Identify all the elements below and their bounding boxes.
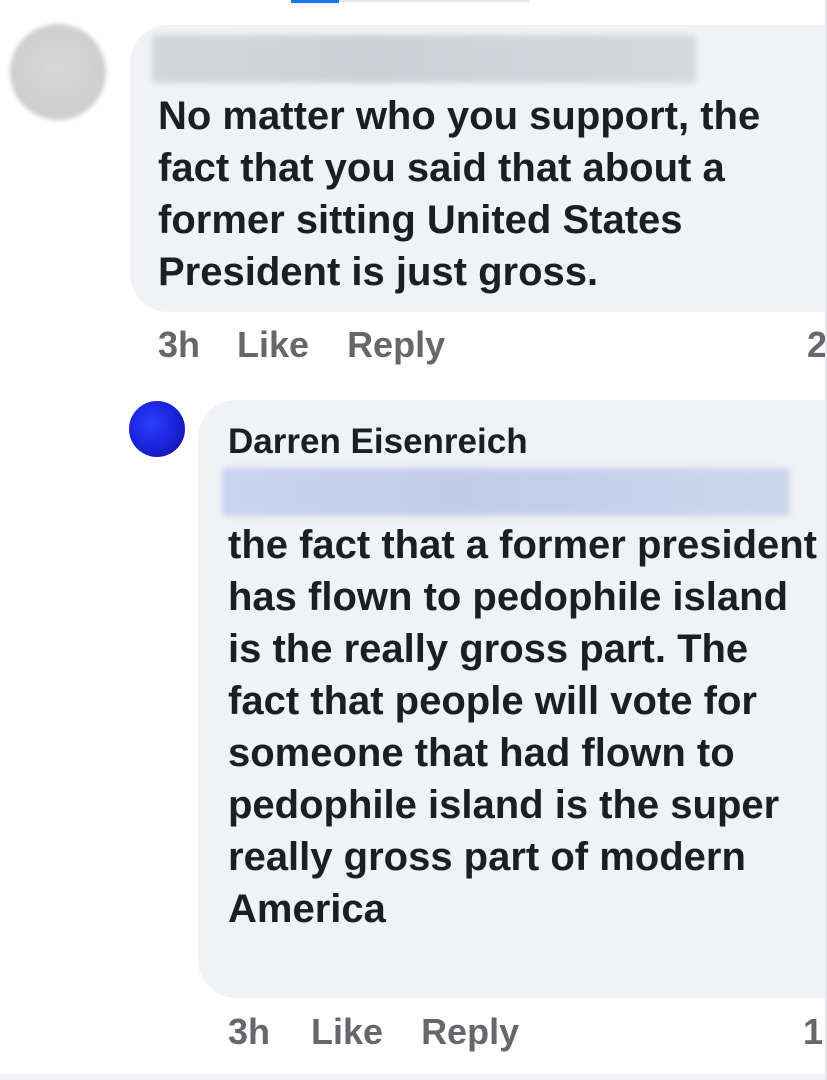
comment-text: the fact that a former president has flo… — [228, 523, 818, 931]
avatar[interactable] — [129, 401, 185, 457]
like-button[interactable]: Like — [237, 324, 309, 366]
comment-timestamp[interactable]: 3h — [228, 1011, 270, 1053]
comment-timestamp[interactable]: 3h — [158, 324, 200, 366]
reaction-count[interactable]: 2 — [807, 323, 827, 367]
comment-actions: 3h Like Reply — [158, 323, 445, 367]
comment-text: No matter who you support, the fact that… — [158, 94, 761, 294]
reaction-count[interactable]: 1 — [803, 1010, 823, 1054]
like-button[interactable]: Like — [311, 1011, 383, 1053]
comment-thread: No matter who you support, the fact that… — [0, 0, 827, 1080]
redacted-author-name — [152, 35, 696, 83]
cropped-link-fragment — [291, 0, 339, 3]
avatar[interactable] — [10, 24, 106, 120]
redacted-text-line — [222, 468, 790, 516]
reply-button[interactable]: Reply — [421, 1011, 519, 1053]
comment-author-name[interactable]: Darren Eisenreich — [228, 418, 528, 466]
reply-button[interactable]: Reply — [347, 324, 445, 366]
cropped-bottom-strip — [0, 1074, 827, 1080]
comment-actions: 3h Like Reply — [228, 1010, 519, 1054]
cropped-divider-fragment — [339, 0, 529, 2]
